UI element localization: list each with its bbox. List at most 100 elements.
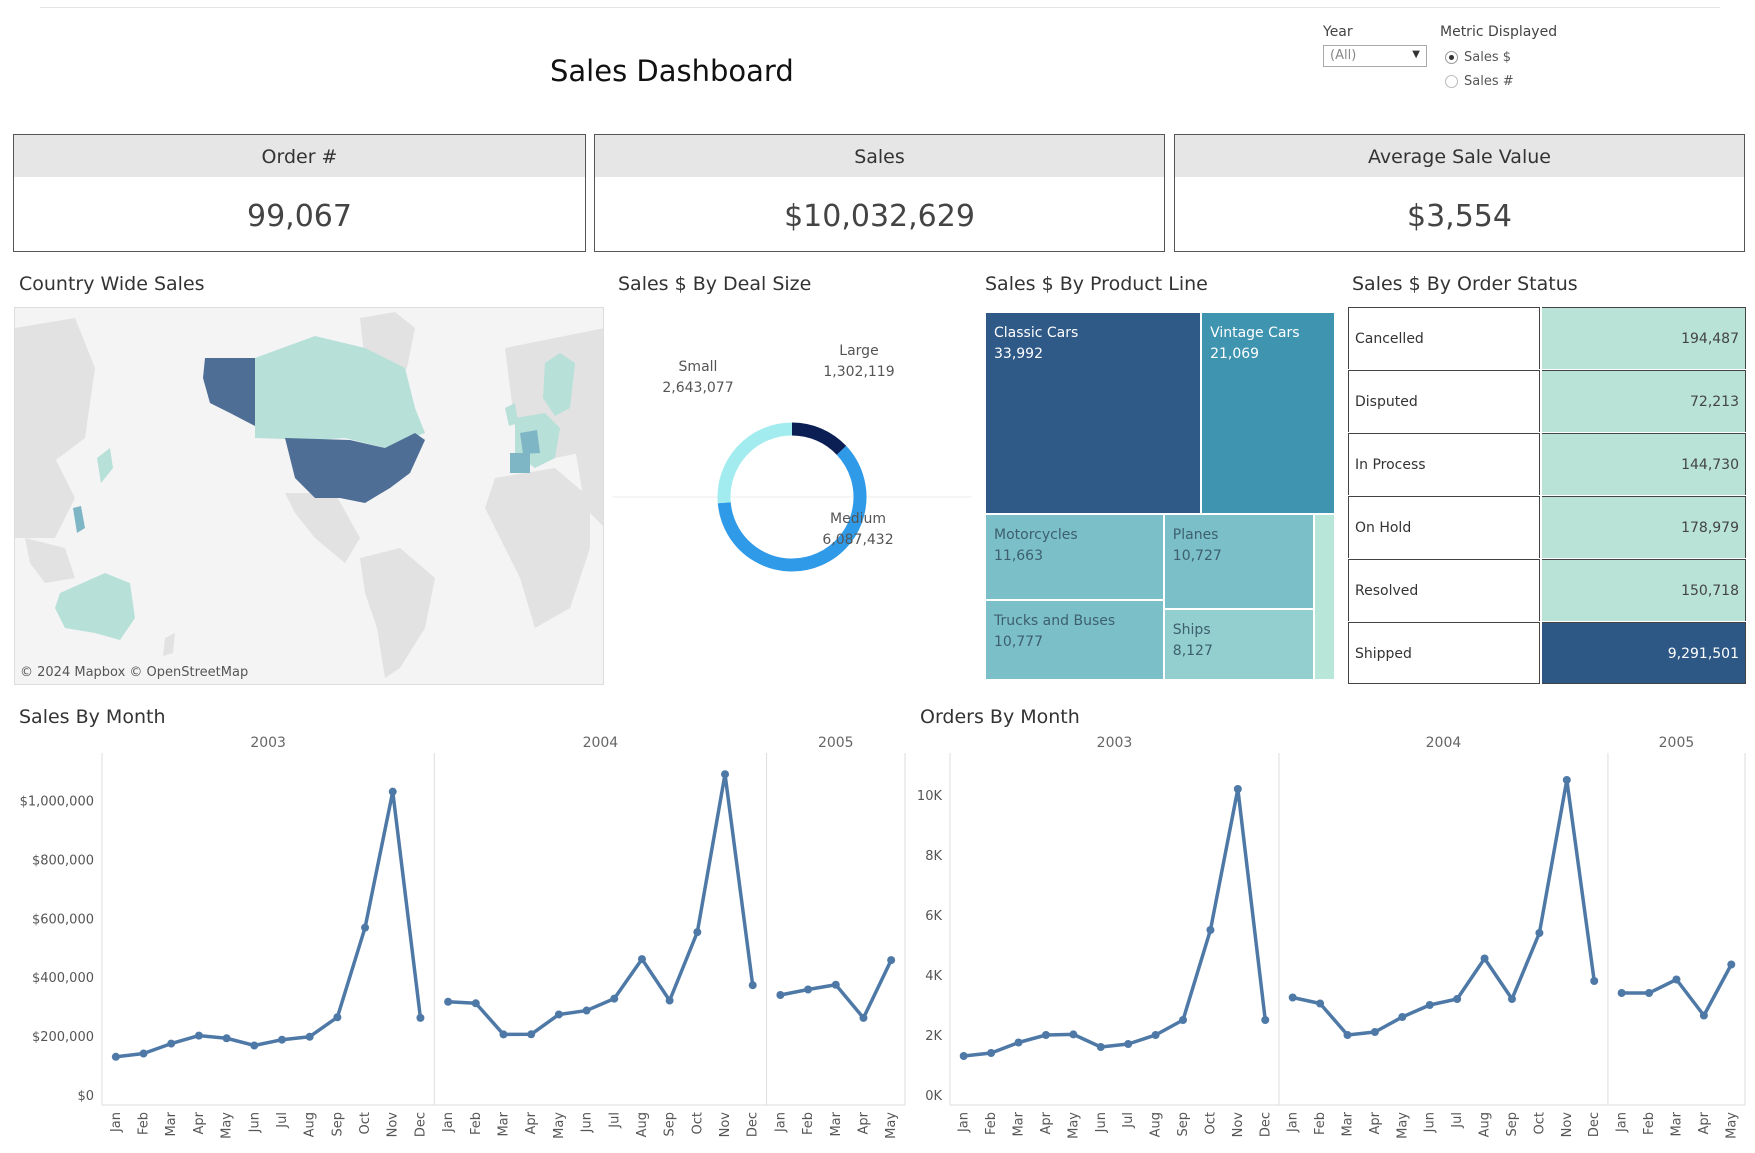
data-point[interactable] — [1206, 926, 1215, 934]
data-point[interactable] — [887, 956, 896, 965]
radio-selected-icon[interactable] — [1445, 51, 1458, 64]
data-point[interactable] — [1343, 1031, 1352, 1039]
table-row[interactable]: Shipped 9,291,501 — [1348, 622, 1746, 685]
data-point[interactable] — [333, 1013, 342, 1022]
radio-unselected-icon[interactable] — [1445, 75, 1458, 88]
table-row[interactable]: Disputed 72,213 — [1348, 370, 1746, 433]
data-point[interactable] — [277, 1035, 286, 1044]
table-row[interactable]: In Process 144,730 — [1348, 433, 1746, 496]
x-tick-label: Nov — [386, 1112, 401, 1138]
data-point[interactable] — [1507, 995, 1516, 1003]
treemap-cell-trains[interactable]: Trains — [1314, 514, 1335, 680]
data-point[interactable] — [305, 1032, 314, 1041]
data-point[interactable] — [1124, 1040, 1133, 1048]
data-point[interactable] — [1233, 785, 1242, 793]
data-point[interactable] — [111, 1052, 120, 1061]
status-label: Resolved — [1348, 559, 1540, 621]
data-point[interactable] — [1370, 1028, 1379, 1036]
treemap-cell-planes[interactable]: Planes 10,727 — [1163, 514, 1314, 609]
data-point[interactable] — [582, 1006, 591, 1015]
data-point[interactable] — [1096, 1043, 1105, 1051]
treemap-label: Trucks and Buses — [994, 613, 1116, 630]
table-row[interactable]: On Hold 178,979 — [1348, 496, 1746, 559]
table-row[interactable]: Cancelled 194,487 — [1348, 307, 1746, 370]
x-tick-label: Mar — [1012, 1111, 1027, 1136]
sales-by-month-title: Sales By Month — [19, 706, 166, 728]
data-point[interactable] — [527, 1030, 536, 1039]
data-point[interactable] — [444, 997, 453, 1006]
donut-slice-small[interactable] — [717, 422, 793, 504]
data-point[interactable] — [959, 1052, 968, 1060]
data-point[interactable] — [859, 1013, 868, 1022]
data-point[interactable] — [1535, 929, 1544, 937]
data-point[interactable] — [1041, 1031, 1050, 1039]
data-point[interactable] — [361, 923, 370, 932]
data-point[interactable] — [1617, 989, 1626, 997]
data-point[interactable] — [1672, 975, 1681, 984]
data-point[interactable] — [804, 985, 813, 994]
data-point[interactable] — [499, 1030, 508, 1039]
year-filter-select[interactable]: (All) ▼ — [1323, 45, 1427, 67]
data-point[interactable] — [1179, 1016, 1188, 1024]
y-tick-label: 4K — [925, 969, 942, 984]
data-point[interactable] — [416, 1013, 425, 1022]
data-point[interactable] — [665, 996, 674, 1005]
country-sales-map[interactable]: © 2024 Mapbox © OpenStreetMap — [14, 307, 604, 685]
x-tick-label: Oct — [690, 1112, 705, 1134]
treemap-cell-ships[interactable]: Ships 8,127 — [1163, 608, 1314, 680]
data-point[interactable] — [1645, 989, 1654, 997]
data-point[interactable] — [1480, 954, 1489, 963]
chevron-down-icon[interactable]: ▼ — [1412, 49, 1420, 60]
panel-year-label: 2004 — [583, 735, 619, 751]
data-point[interactable] — [987, 1049, 996, 1057]
data-point[interactable] — [194, 1031, 203, 1040]
data-point[interactable] — [721, 770, 730, 779]
data-point[interactable] — [1288, 993, 1297, 1002]
treemap-label: Motorcycles — [994, 527, 1078, 544]
data-point[interactable] — [471, 999, 480, 1008]
x-tick-label: Apr — [192, 1111, 207, 1134]
data-point[interactable] — [1453, 995, 1462, 1003]
data-point[interactable] — [1069, 1030, 1078, 1039]
treemap-cell-vintage-cars[interactable]: Vintage Cars 21,069 — [1201, 312, 1335, 515]
map-canvas[interactable] — [15, 308, 604, 685]
data-point[interactable] — [1562, 776, 1571, 784]
metric-option-sales-count[interactable]: Sales # — [1445, 74, 1514, 89]
data-point[interactable] — [554, 1010, 563, 1019]
data-point[interactable] — [1590, 977, 1599, 985]
treemap-cell-motorcycles[interactable]: Motorcycles 11,663 — [985, 514, 1164, 601]
data-point[interactable] — [610, 994, 619, 1003]
data-point[interactable] — [222, 1034, 231, 1043]
data-point[interactable] — [1261, 1016, 1270, 1024]
data-point[interactable] — [388, 787, 397, 796]
data-point[interactable] — [1727, 960, 1736, 969]
data-point[interactable] — [139, 1049, 148, 1058]
x-tick-label: Oct — [358, 1112, 373, 1134]
data-point[interactable] — [1316, 999, 1325, 1008]
data-point[interactable] — [693, 928, 702, 937]
data-point[interactable] — [831, 980, 840, 989]
data-point[interactable] — [167, 1039, 176, 1048]
data-point[interactable] — [776, 990, 785, 999]
x-tick-label: Sep — [1176, 1112, 1191, 1137]
treemap-cell-classic-cars[interactable]: Classic Cars 33,992 — [985, 312, 1202, 515]
status-label: On Hold — [1348, 496, 1540, 558]
data-point[interactable] — [1699, 1011, 1708, 1020]
data-point[interactable] — [748, 981, 757, 990]
data-point[interactable] — [1425, 1001, 1434, 1009]
status-label: Disputed — [1348, 370, 1540, 432]
data-point[interactable] — [250, 1041, 259, 1050]
x-tick-label: Mar — [1669, 1111, 1684, 1136]
donut-slice-large[interactable] — [791, 422, 847, 456]
data-point[interactable] — [637, 955, 646, 964]
treemap-label: Classic Cars — [994, 325, 1079, 341]
table-row[interactable]: Resolved 150,718 — [1348, 559, 1746, 622]
y-tick-label: 2K — [925, 1029, 942, 1044]
data-point[interactable] — [1151, 1031, 1160, 1039]
data-point[interactable] — [1398, 1013, 1407, 1021]
map-southeast-asia — [25, 538, 75, 583]
data-point[interactable] — [1014, 1038, 1023, 1047]
metric-option-sales-dollars[interactable]: Sales $ — [1445, 50, 1511, 65]
kpi-value: 99,067 — [247, 199, 352, 234]
treemap-cell-trucks-and-buses[interactable]: Trucks and Buses 10,777 — [985, 600, 1164, 680]
